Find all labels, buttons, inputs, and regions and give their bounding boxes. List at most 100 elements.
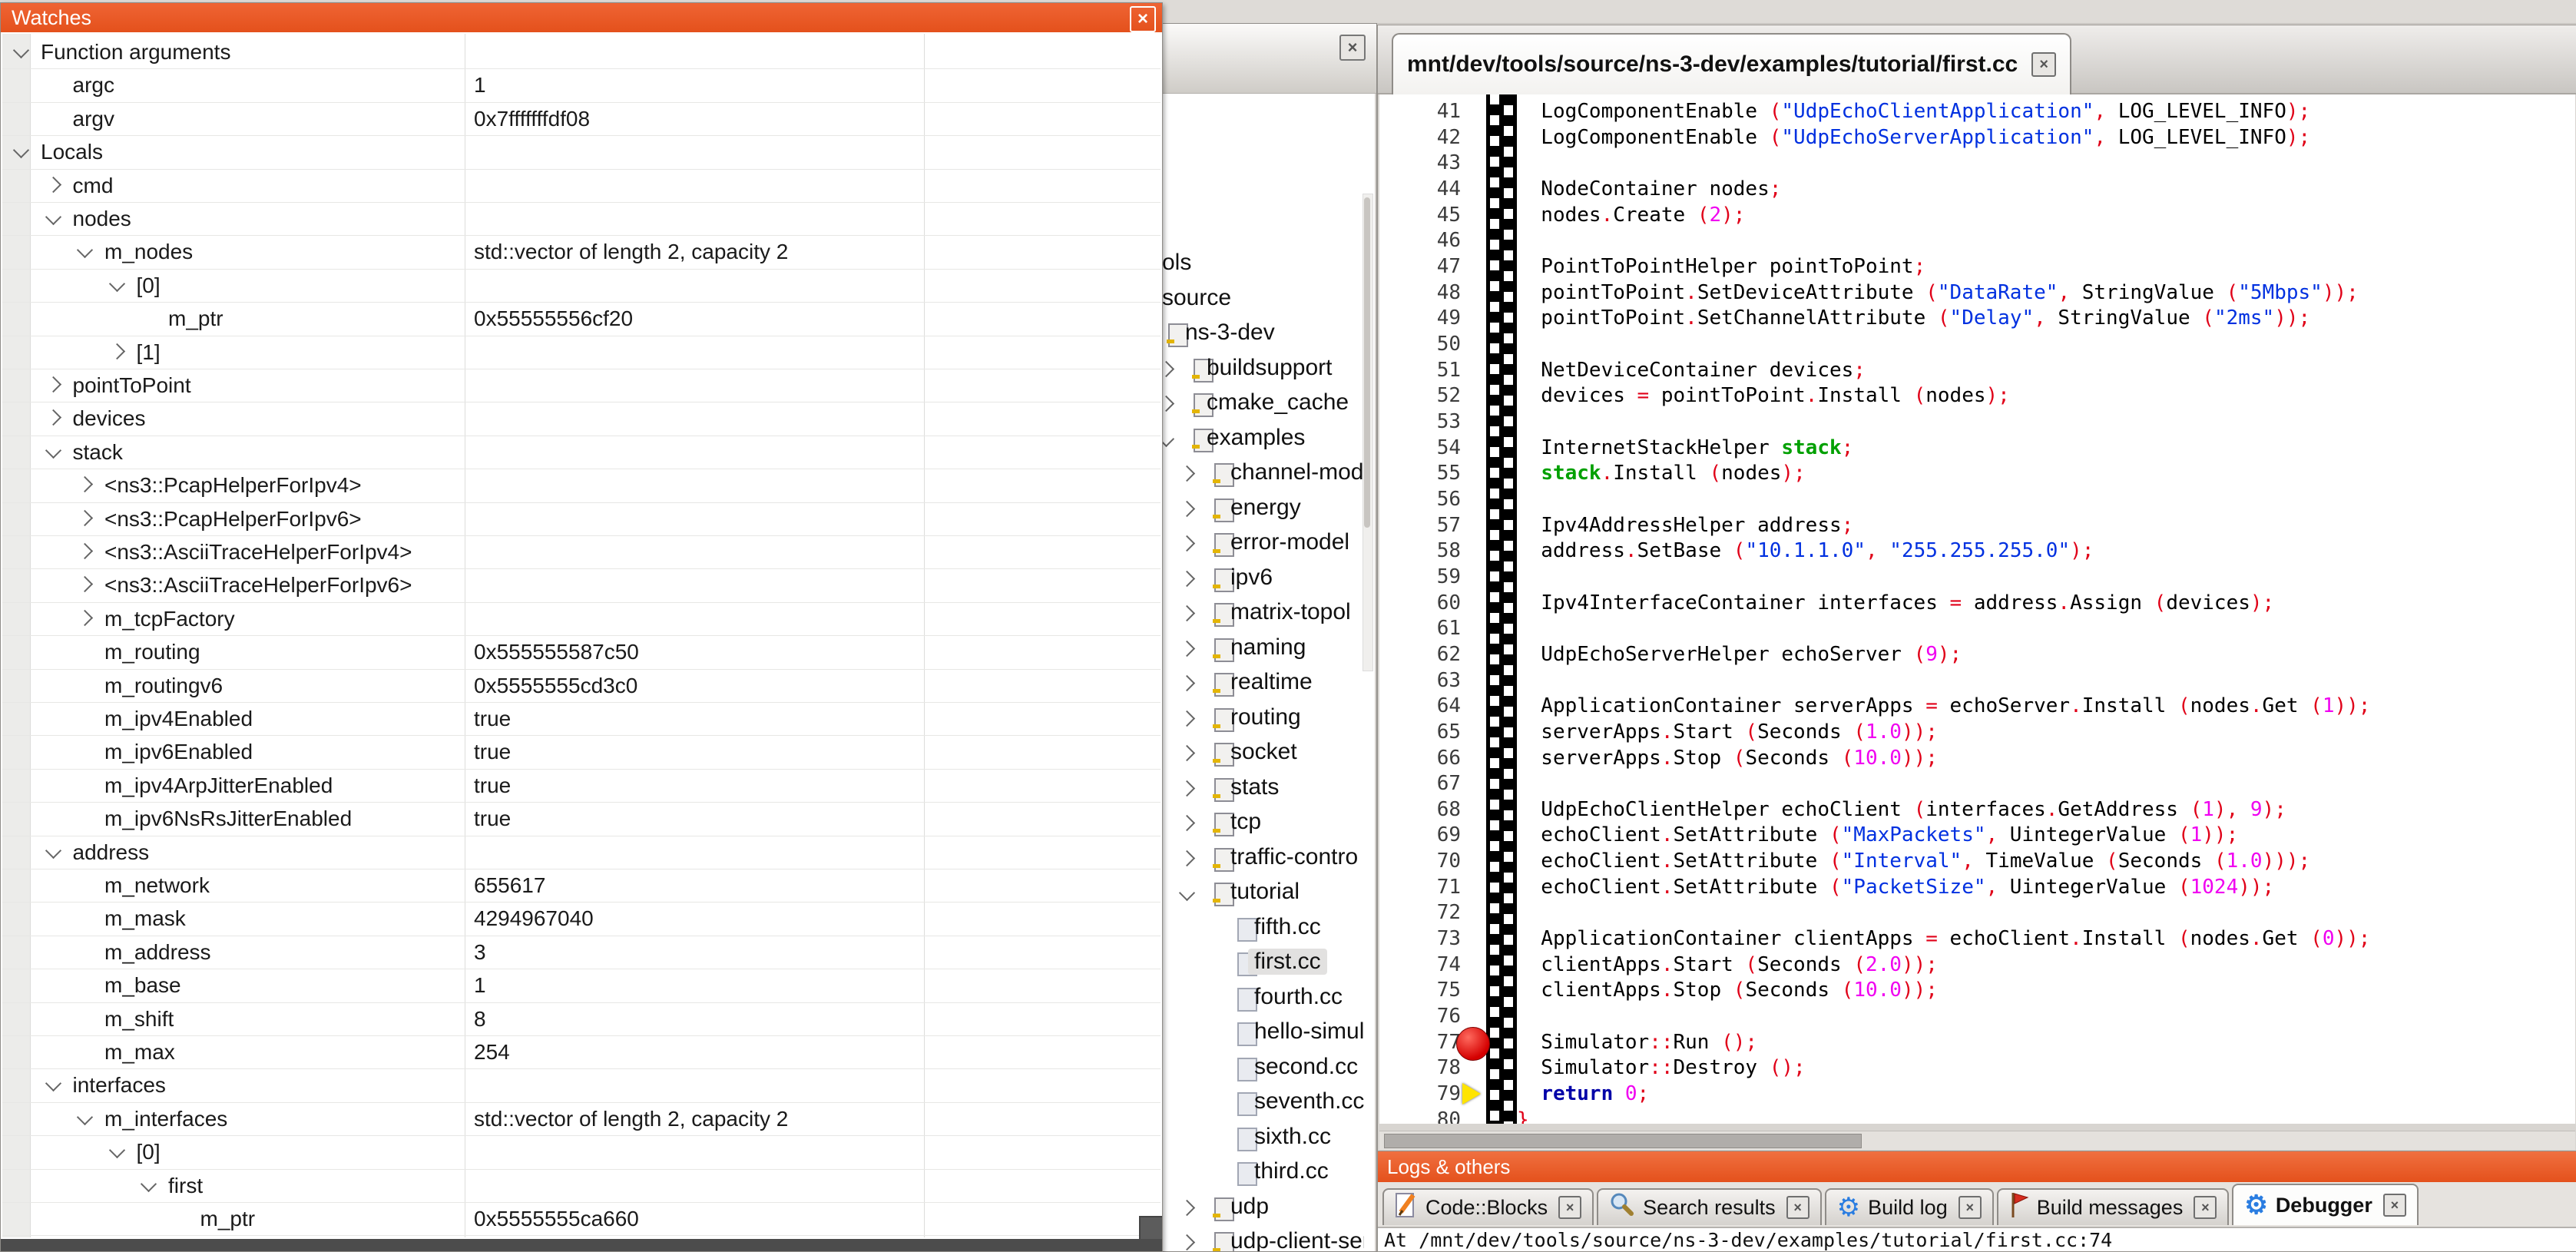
expand-icon[interactable] [45,409,61,426]
code-line[interactable]: 72 [1379,900,2575,926]
code-line[interactable]: 41 LogComponentEnable ("UdpEchoClientApp… [1379,99,2575,125]
code-line[interactable]: 46 [1379,228,2575,254]
watch-row[interactable]: m_base1 [2,969,1161,1002]
code-line[interactable]: 63 [1379,668,2575,694]
tree-item[interactable]: naming [1151,633,1364,665]
watch-row[interactable]: interfaces [2,1068,1161,1102]
watch-row[interactable]: pointToPoint [2,369,1161,402]
line-number[interactable]: 56 [1379,487,1461,513]
collapse-icon[interactable] [141,1175,157,1191]
line-number[interactable]: 80 [1379,1108,1461,1124]
code-line[interactable]: 53 [1379,409,2575,436]
line-number[interactable]: 63 [1379,668,1461,694]
watch-row[interactable]: m_ipv6NsRsJitterEnabledtrue [2,802,1161,836]
collapse-icon[interactable] [45,1075,61,1091]
watch-row[interactable]: m_ptr0x55555556cf20 [2,302,1161,336]
breakpoint-marker-icon[interactable] [1456,1027,1490,1061]
watch-row[interactable]: address [2,836,1161,869]
code-line[interactable]: 65 serverApps.Start (Seconds (1.0)); [1379,720,2575,746]
expand-icon[interactable] [108,343,124,359]
close-icon[interactable]: × [2031,52,2056,77]
code-line[interactable]: 64 ApplicationContainer serverApps = ech… [1379,694,2575,720]
tree-item[interactable]: error-model [1151,528,1364,560]
code-line[interactable]: 70 echoClient.SetAttribute ("Interval", … [1379,849,2575,875]
line-number[interactable]: 51 [1379,358,1461,384]
code-line[interactable]: 71 echoClient.SetAttribute ("PacketSize"… [1379,875,2575,901]
watch-row[interactable]: m_routing0x555555587c50 [2,635,1161,669]
expand-icon[interactable] [1179,570,1195,586]
line-number[interactable]: 61 [1379,616,1461,642]
expand-icon[interactable] [45,176,61,192]
editor-horizontal-scrollbar[interactable] [1379,1131,2575,1150]
close-icon[interactable]: × [1958,1196,1982,1219]
watch-row[interactable]: argc1 [2,68,1161,102]
line-number[interactable]: 47 [1379,254,1461,280]
expand-icon[interactable] [1179,1199,1195,1215]
tree-item[interactable]: fifth.cc [1151,913,1364,945]
expand-icon[interactable] [77,543,93,559]
line-number[interactable]: 68 [1379,797,1461,823]
watch-row[interactable]: m_network655617 [2,869,1161,903]
collapse-icon[interactable] [77,242,93,258]
expand-icon[interactable] [1179,1234,1195,1250]
expand-icon[interactable] [1179,710,1195,726]
code-line[interactable]: 79 return 0; [1379,1081,2575,1108]
log-tab-search-results[interactable]: Search results× [1597,1188,1822,1225]
line-number[interactable]: 54 [1379,436,1461,462]
close-icon[interactable]: × [2194,1196,2217,1219]
line-number[interactable]: 46 [1379,228,1461,254]
line-number[interactable]: 66 [1379,746,1461,772]
code-line[interactable]: 75 clientApps.Stop (Seconds (10.0)); [1379,978,2575,1004]
line-number[interactable]: 65 [1379,720,1461,746]
watch-row[interactable]: argv0x7fffffffdf08 [2,102,1161,136]
code-line[interactable]: 77 Simulator::Run (); [1379,1030,2575,1056]
watch-row[interactable]: m_address3 [2,936,1161,969]
expand-icon[interactable] [1179,535,1195,551]
close-icon[interactable]: × [1558,1196,1581,1219]
code-line[interactable]: 54 InternetStackHelper stack; [1379,436,2575,462]
tree-item[interactable]: energy [1151,493,1364,525]
tree-item[interactable]: cmake_cache [1151,388,1364,420]
code-line[interactable]: 74 clientApps.Start (Seconds (2.0)); [1379,952,2575,979]
watches-titlebar[interactable]: Watches × [1,3,1162,32]
line-number[interactable]: 44 [1379,177,1461,203]
watch-row[interactable]: devices [2,402,1161,436]
tree-item[interactable]: fourth.cc [1151,982,1364,1015]
code-line[interactable]: 62 UdpEchoServerHelper echoServer (9); [1379,642,2575,668]
line-number[interactable]: 72 [1379,900,1461,926]
tree-item[interactable]: tcp [1151,807,1364,840]
collapse-icon[interactable] [77,1109,93,1125]
code-line[interactable]: 48 pointToPoint.SetDeviceAttribute ("Dat… [1379,280,2575,306]
editor-tab-first-cc[interactable]: mnt/dev/tools/source/ns-3-dev/examples/t… [1392,33,2071,94]
expand-icon[interactable] [1179,780,1195,796]
expand-icon[interactable] [1179,850,1195,866]
watch-row[interactable]: m_routingv60x5555555cd3c0 [2,669,1161,703]
expand-icon[interactable] [1179,675,1195,691]
expand-icon[interactable] [45,376,61,392]
collapse-icon[interactable] [108,276,124,292]
line-number[interactable]: 62 [1379,642,1461,668]
code-line[interactable]: 44 NodeContainer nodes; [1379,177,2575,203]
watch-row[interactable]: m_max254 [2,1035,1161,1069]
tree-item[interactable]: hello-simul [1151,1017,1364,1049]
expand-icon[interactable] [1179,605,1195,621]
collapse-icon[interactable] [1179,885,1195,901]
watch-row[interactable]: m_ipv4Enabledtrue [2,702,1161,736]
line-number[interactable]: 64 [1379,694,1461,720]
tree-item[interactable]: seventh.cc [1151,1087,1364,1119]
watch-row[interactable]: m_tcpFactory [2,602,1161,636]
code-line[interactable]: 55 stack.Install (nodes); [1379,461,2575,487]
log-tab-build-messages[interactable]: Build messages× [1997,1188,2230,1225]
watch-row[interactable]: m_shift8 [2,1002,1161,1036]
tree-item[interactable]: realtime [1151,667,1364,700]
line-number[interactable]: 67 [1379,771,1461,797]
collapse-icon[interactable] [45,209,61,225]
line-number[interactable]: 49 [1379,306,1461,332]
tree-item[interactable]: buildsupport [1151,353,1364,386]
watch-row[interactable]: <ns3::PcapHelperForIpv6> [2,502,1161,536]
line-number[interactable]: 69 [1379,823,1461,849]
line-number[interactable]: 48 [1379,280,1461,306]
line-number[interactable]: 43 [1379,151,1461,177]
code-line[interactable]: 58 address.SetBase ("10.1.1.0", "255.255… [1379,538,2575,565]
line-number[interactable]: 70 [1379,849,1461,875]
